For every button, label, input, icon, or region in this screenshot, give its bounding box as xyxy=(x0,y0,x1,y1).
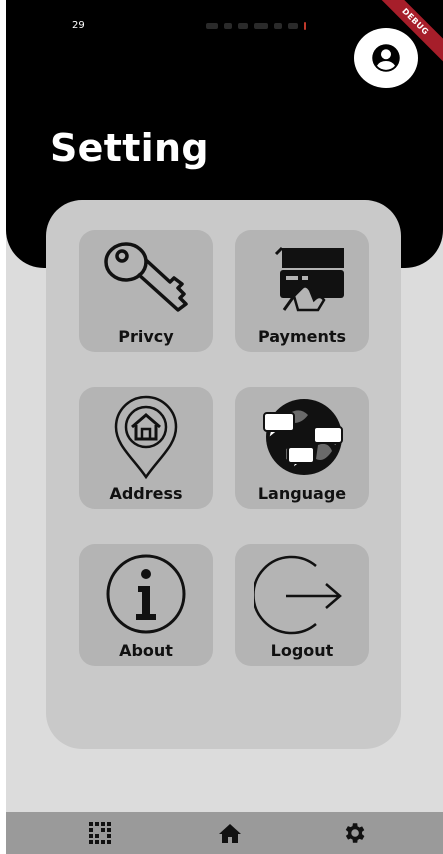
logout-arrow-icon xyxy=(254,555,342,635)
bottom-nav xyxy=(6,812,443,854)
address-tile[interactable]: Address xyxy=(79,387,213,509)
credit-card-payment-icon xyxy=(274,246,344,312)
globe-chat-icon xyxy=(263,399,343,475)
avatar-button[interactable] xyxy=(354,28,418,88)
grid-icon xyxy=(89,822,111,844)
nav-home[interactable] xyxy=(210,818,250,848)
settings-gear-icon xyxy=(345,823,365,843)
nav-settings[interactable] xyxy=(334,818,374,848)
about-tile[interactable]: About xyxy=(79,544,213,666)
payments-label: Payments xyxy=(257,327,347,346)
account-circle-icon xyxy=(372,44,400,72)
address-label: Address xyxy=(109,484,183,503)
key-icon xyxy=(104,242,188,312)
language-label: Language xyxy=(257,484,347,503)
settings-card: Privcy Payments Address Language About L… xyxy=(46,200,401,749)
privacy-label: Privcy xyxy=(118,327,174,346)
page-title: Setting xyxy=(50,126,209,170)
nav-grid[interactable] xyxy=(82,818,122,848)
settings-screen: 29 Setting DEBUG Privcy Payments Address… xyxy=(6,0,443,854)
logout-label: Logout xyxy=(270,641,334,660)
home-icon xyxy=(219,824,241,843)
home-location-pin-icon xyxy=(114,395,178,479)
logout-tile[interactable]: Logout xyxy=(235,544,369,666)
language-tile[interactable]: Language xyxy=(235,387,369,509)
about-label: About xyxy=(119,641,173,660)
payments-tile[interactable]: Payments xyxy=(235,230,369,352)
status-bar-icons xyxy=(206,22,316,30)
status-bar-time: 29 xyxy=(72,20,85,31)
info-circle-icon xyxy=(106,554,186,634)
privacy-tile[interactable]: Privcy xyxy=(79,230,213,352)
